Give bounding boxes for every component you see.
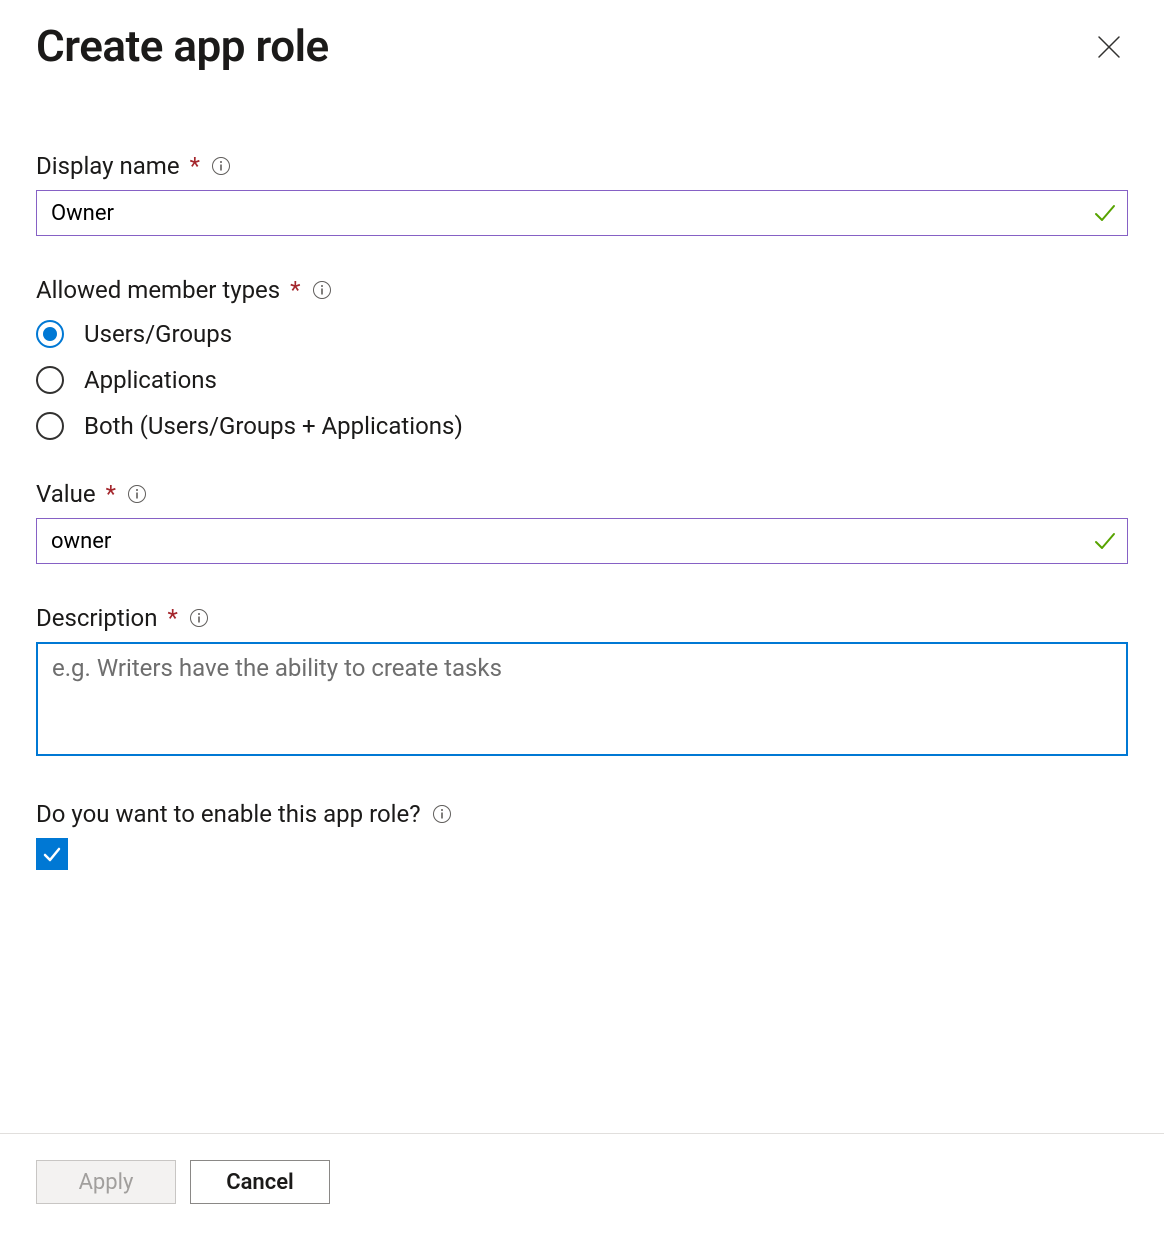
description-textarea[interactable] [36,642,1128,756]
radio-both[interactable]: Both (Users/Groups + Applications) [36,412,1128,440]
checkmark-icon [1092,200,1118,226]
display-name-field: Display name * [36,152,1128,236]
member-types-radio-list: Users/Groups Applications Both (Users/Gr… [36,320,1128,440]
display-name-label-row: Display name * [36,152,1128,180]
enable-label-row: Do you want to enable this app role? [36,800,1128,828]
radio-users-groups[interactable]: Users/Groups [36,320,1128,348]
close-button[interactable] [1090,28,1128,66]
value-label-row: Value * [36,480,1128,508]
allowed-member-types-label: Allowed member types [36,276,280,304]
page-title: Create app role [36,20,329,72]
close-icon [1096,34,1122,60]
display-name-input-wrap [36,190,1128,236]
value-field: Value * [36,480,1128,564]
info-icon[interactable] [188,607,210,629]
radio-label: Applications [84,366,217,394]
radio-icon [36,366,64,394]
panel-header: Create app role [0,0,1164,72]
enable-field: Do you want to enable this app role? [36,800,1128,870]
radio-label: Both (Users/Groups + Applications) [84,412,463,440]
description-label: Description [36,604,158,632]
required-indicator: * [168,606,178,630]
enable-checkbox-row [36,838,1128,870]
create-app-role-panel: Create app role Display name * [0,0,1164,1238]
radio-icon [36,412,64,440]
value-input[interactable] [36,518,1128,564]
cancel-button[interactable]: Cancel [190,1160,330,1204]
info-icon[interactable] [311,279,333,301]
value-label: Value [36,480,96,508]
display-name-input[interactable] [36,190,1128,236]
info-icon[interactable] [210,155,232,177]
apply-button[interactable]: Apply [36,1160,176,1204]
description-field: Description * [36,604,1128,760]
radio-applications[interactable]: Applications [36,366,1128,394]
info-icon[interactable] [126,483,148,505]
allowed-member-types-field: Allowed member types * Users/Groups Appl… [36,276,1128,440]
enable-checkbox[interactable] [36,838,68,870]
radio-label: Users/Groups [84,320,232,348]
allowed-member-types-label-row: Allowed member types * [36,276,1128,304]
panel-body: Display name * Allowed member types * [0,72,1164,1133]
required-indicator: * [190,154,200,178]
panel-footer: Apply Cancel [0,1133,1164,1238]
checkmark-icon [41,843,63,865]
required-indicator: * [106,482,116,506]
info-icon[interactable] [431,803,453,825]
display-name-label: Display name [36,152,180,180]
enable-label: Do you want to enable this app role? [36,800,421,828]
checkmark-icon [1092,528,1118,554]
required-indicator: * [290,278,300,302]
radio-icon [36,320,64,348]
description-label-row: Description * [36,604,1128,632]
value-input-wrap [36,518,1128,564]
